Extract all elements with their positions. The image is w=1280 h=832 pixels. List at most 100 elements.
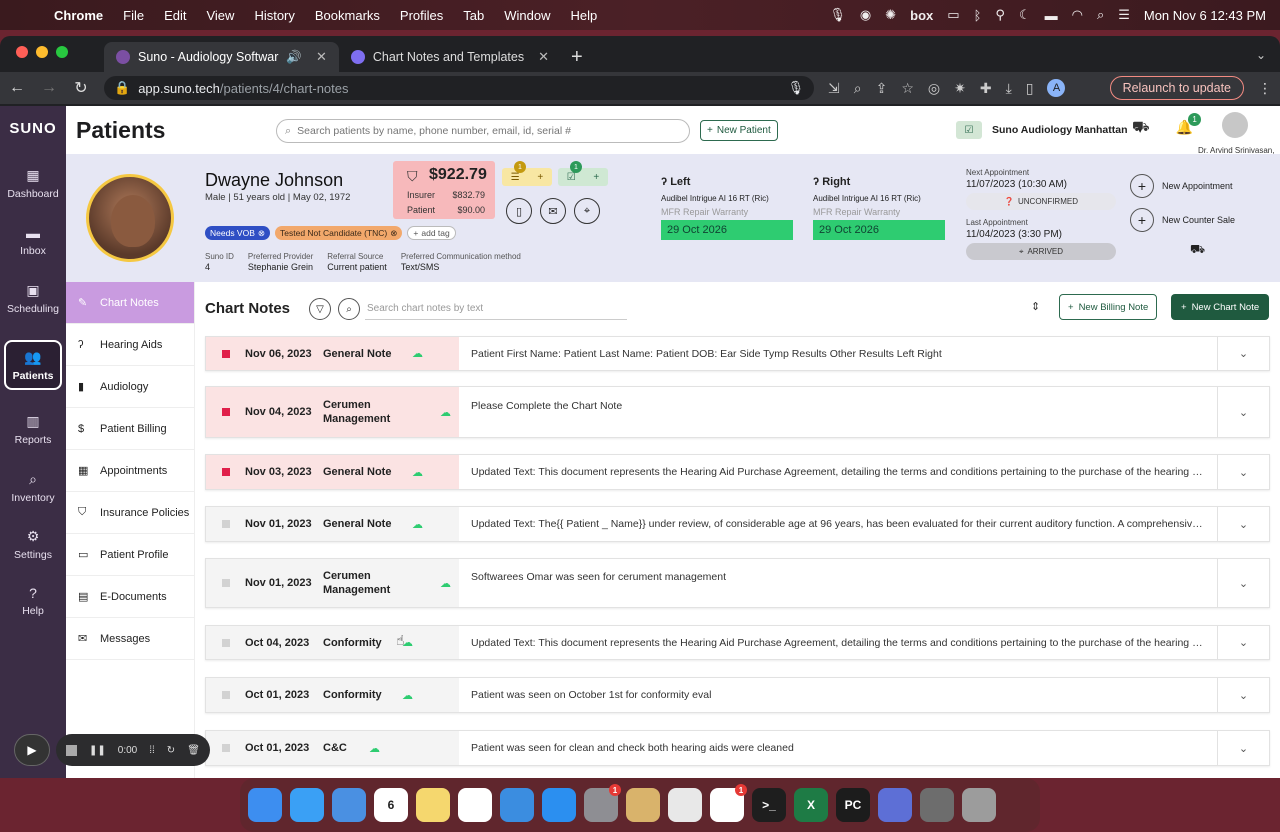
dock-trash-icon[interactable] (962, 788, 996, 822)
dock-mail-icon[interactable] (332, 788, 366, 822)
subnav-patient-billing[interactable]: $ Patient Billing (66, 408, 194, 450)
menu-tab[interactable]: Tab (453, 8, 494, 23)
dock-freeform-icon[interactable] (458, 788, 492, 822)
hearing-aid-kit-icon[interactable]: ⛟ (1132, 118, 1150, 137)
subnav-e-documents[interactable]: ▤ E-Documents (66, 576, 194, 618)
new-appointment-button[interactable]: + New Appointment (1130, 174, 1235, 198)
user-avatar[interactable] (1222, 112, 1248, 138)
chart-notes-search-input[interactable]: Search chart notes by text (365, 298, 627, 320)
nav-scheduling[interactable]: ▣ Scheduling (4, 273, 62, 323)
close-tab-icon[interactable]: ✕ (538, 49, 549, 65)
wifi-icon[interactable]: ◠ (1072, 7, 1083, 23)
forward-icon[interactable]: → (40, 79, 58, 97)
subnav-patient-profile[interactable]: ▭ Patient Profile (66, 534, 194, 576)
new-billing-note-button[interactable]: + New Billing Note (1059, 294, 1158, 320)
download-icon[interactable]: ⤓ (1006, 80, 1012, 97)
expand-chevron-icon[interactable]: ⌄ (1217, 731, 1269, 765)
search-icon[interactable]: ⌕ (338, 298, 360, 320)
expand-chevron-icon[interactable]: ⌄ (1217, 387, 1269, 437)
menu-history[interactable]: History (244, 8, 304, 23)
nav-help[interactable]: ? Help (4, 576, 62, 626)
plus-icon[interactable]: + (537, 172, 543, 183)
minimize-window-button[interactable] (36, 46, 48, 58)
patient-search[interactable]: ⌕ (276, 119, 690, 143)
address-bar[interactable]: 🔒 app.suno.tech/patients/4/chart-notes 🎙 (104, 76, 814, 100)
close-window-button[interactable] (16, 46, 28, 58)
relaunch-button[interactable]: Relaunch to update (1109, 76, 1244, 100)
dock-excel-icon[interactable]: X (794, 788, 828, 822)
chart-note-row[interactable]: Nov 04, 2023 Cerumen Management ☁ Please C… (205, 386, 1270, 438)
subnav-audiology[interactable]: ▮ Audiology (66, 366, 194, 408)
last-appt-value[interactable]: 11/04/2023 (3:30 PM) (966, 229, 1116, 240)
new-tab-button[interactable]: + (571, 42, 583, 72)
add-tag-button[interactable]: + add tag (407, 226, 456, 240)
dock-keynote-icon[interactable] (500, 788, 534, 822)
cast-icon[interactable]: ▭ (947, 7, 959, 23)
screen-record-icon[interactable]: ◉ (860, 7, 871, 23)
pause-icon[interactable]: ❚❚ (89, 745, 106, 756)
dock-calendar-icon[interactable]: 6 (374, 788, 408, 822)
new-counter-sale-button[interactable]: + New Counter Sale (1130, 208, 1235, 232)
stop-icon[interactable] (66, 744, 77, 756)
control-center-icon[interactable]: ☰ (1118, 7, 1130, 23)
new-patient-button[interactable]: + New Patient (700, 120, 778, 141)
sort-icon[interactable]: ⇕ (1031, 300, 1040, 313)
menu-bookmarks[interactable]: Bookmarks (305, 8, 390, 23)
side-panel-icon[interactable]: ▯ (1026, 80, 1034, 97)
expand-chevron-icon[interactable]: ⌄ (1217, 559, 1269, 607)
remove-tag-icon[interactable]: ⊗ (258, 228, 265, 239)
chart-note-row[interactable]: Oct 04, 2023 Conformity ☁ Updated Text: Th… (205, 625, 1270, 660)
right-ear-device[interactable]: ʔ Right Audibel Intrigue AI 16 RT (Ric) … (813, 176, 945, 240)
install-icon[interactable]: ⇲ (828, 80, 840, 97)
tab-search-chevron-icon[interactable]: ⌄ (1256, 48, 1266, 62)
extension-star-icon[interactable]: ✷ (954, 80, 966, 97)
dock-safari-icon[interactable] (290, 788, 324, 822)
menu-view[interactable]: View (196, 8, 244, 23)
trash-icon[interactable]: 🗑 (187, 745, 200, 756)
dock-vpn-icon[interactable] (878, 788, 912, 822)
tab-chart-notes-templates[interactable]: Chart Notes and Templates ✕ (339, 42, 561, 72)
next-appt-value[interactable]: 11/07/2023 (10:30 AM) (966, 179, 1116, 190)
expand-chevron-icon[interactable]: ⌄ (1217, 455, 1269, 489)
expand-chevron-icon[interactable]: ⌄ (1217, 626, 1269, 659)
subnav-messages[interactable]: ✉ Messages (66, 618, 194, 660)
share-icon[interactable]: ⇪ (876, 80, 888, 97)
tab-suno[interactable]: Suno - Audiology Softwar 🔊 ✕ (104, 42, 339, 72)
expand-chevron-icon[interactable]: ⌄ (1217, 678, 1269, 712)
close-tab-icon[interactable]: ✕ (316, 49, 327, 65)
dock-notes-icon[interactable] (416, 788, 450, 822)
dock-chrome-icon[interactable] (668, 788, 702, 822)
menu-profiles[interactable]: Profiles (390, 8, 453, 23)
balance-card[interactable]: ⛉ $922.79 Insurer $832.79 Patient $90.00 (393, 161, 495, 219)
restart-icon[interactable]: ↻ (167, 745, 175, 756)
extension-grammarly-icon[interactable]: ◎ (928, 80, 940, 97)
chrome-menu-icon[interactable]: ⋮ (1258, 80, 1272, 97)
dock-finder-icon[interactable] (248, 788, 282, 822)
subnav-appointments[interactable]: ▦ Appointments (66, 450, 194, 492)
nav-dashboard[interactable]: ▦ Dashboard (4, 158, 62, 208)
filter-icon[interactable]: ▽ (309, 298, 331, 320)
dock-terminal-icon[interactable]: >_ (752, 788, 786, 822)
left-ear-device[interactable]: ʔ Left Audibel Intrigue AI 16 RT (Ric) M… (661, 176, 793, 240)
dock-system-settings-icon[interactable]: 1 (584, 784, 621, 822)
remove-tag-icon[interactable]: ⊗ (390, 228, 397, 239)
tasks-chip[interactable]: 1 ☑ + (558, 161, 608, 186)
hearing-aid-kit-icon[interactable]: ⛟ (1190, 242, 1235, 258)
notifications-bell[interactable]: 🔔 1 (1176, 113, 1202, 136)
spotlight-icon[interactable]: ⌕ (1097, 7, 1104, 23)
bookmark-star-icon[interactable]: ☆ (901, 80, 914, 97)
dock-app-store-icon[interactable] (542, 788, 576, 822)
camera-icon[interactable]: ▶ (14, 734, 50, 766)
chart-note-row[interactable]: Nov 01, 2023 General Note ☁ Updated Text: … (205, 506, 1270, 542)
clinic-selector[interactable]: ☑ Suno Audiology Manhattan ▾ (956, 121, 1143, 139)
maximize-window-button[interactable] (56, 46, 68, 58)
grid-icon[interactable]: ⁞⁞ (149, 745, 155, 756)
location-pin-icon[interactable]: ⌖ (574, 198, 600, 224)
voice-search-icon[interactable]: 🎙 (787, 80, 804, 96)
nav-settings[interactable]: ⚙ Settings (4, 519, 62, 569)
mic-icon[interactable]: 🎙 (829, 7, 846, 23)
dock-preview-icon[interactable] (920, 788, 954, 822)
profile-avatar[interactable]: A (1047, 79, 1066, 97)
chart-note-row[interactable]: Oct 01, 2023 Conformity ☁ Patient was seen… (205, 677, 1270, 713)
subnav-chart-notes[interactable]: ✎ Chart Notes (66, 282, 194, 324)
